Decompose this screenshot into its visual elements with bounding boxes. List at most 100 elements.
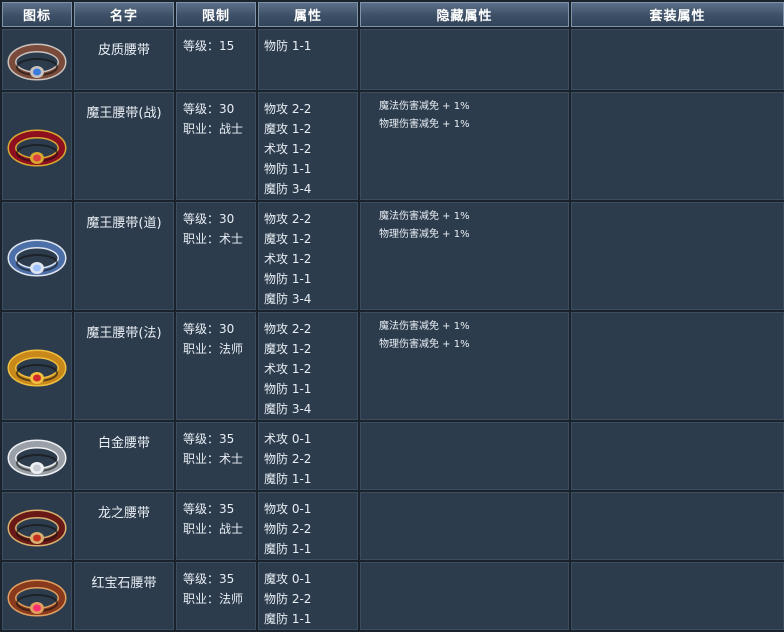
attribute-line: 物防 2-2	[264, 452, 312, 466]
item-name: 魔王腰带(道)	[74, 202, 174, 310]
attribute-line: 物防 1-1	[264, 39, 312, 53]
requirement-line: 职业：法师	[183, 342, 244, 356]
header-hidden-attributes[interactable]: 隐藏属性	[360, 2, 569, 27]
item-hidden-attributes	[360, 422, 569, 490]
item-icon-cell	[2, 312, 72, 420]
attribute-line: 物攻 2-2	[264, 212, 312, 226]
table-row: 魔王腰带(战) 等级：30 职业：战士 物攻 2-2 魔攻 1-2 术攻 1-2 物防 1-…	[2, 92, 784, 200]
attribute-line: 魔攻 1-2	[264, 122, 312, 136]
item-name: 龙之腰带	[74, 492, 174, 560]
item-attributes: 物攻 2-2 魔攻 1-2 术攻 1-2 物防 1-1 魔防 3-4	[258, 92, 358, 200]
item-requirements: 等级：30 职业：法师	[176, 312, 256, 420]
dragon-belt-icon	[7, 509, 67, 547]
attribute-line: 魔防 1-1	[264, 542, 312, 556]
header-requirement[interactable]: 限制	[176, 2, 256, 27]
attribute-line: 魔防 3-4	[264, 182, 312, 196]
demon-king-belt-mage-icon	[7, 349, 67, 387]
item-requirements: 等级：35 职业：战士	[176, 492, 256, 560]
attribute-line: 魔防 1-1	[264, 612, 312, 626]
hidden-attribute-line: 魔法伤害减免 + 1%	[379, 101, 470, 112]
requirement-line: 等级：15	[183, 39, 235, 53]
attribute-line: 物攻 2-2	[264, 102, 312, 116]
item-hidden-attributes: 魔法伤害减免 + 1% 物理伤害减免 + 1%	[360, 92, 569, 200]
attribute-line: 魔攻 0-1	[264, 572, 312, 586]
requirement-line: 职业：术士	[183, 232, 244, 246]
item-requirements: 等级：35 职业：术士	[176, 422, 256, 490]
item-hidden-attributes: 魔法伤害减免 + 1% 物理伤害减免 + 1%	[360, 312, 569, 420]
item-icon-cell	[2, 29, 72, 90]
attribute-line: 魔攻 1-2	[264, 232, 312, 246]
platinum-belt-icon	[7, 439, 67, 477]
item-icon-cell	[2, 492, 72, 560]
demon-king-belt-warrior-icon	[7, 129, 67, 167]
item-attributes: 物攻 2-2 魔攻 1-2 术攻 1-2 物防 1-1 魔防 3-4	[258, 202, 358, 310]
requirement-line: 等级：35	[183, 502, 235, 516]
item-hidden-attributes	[360, 562, 569, 630]
hidden-attribute-line: 物理伤害减免 + 1%	[379, 339, 470, 350]
table-row: 龙之腰带 等级：35 职业：战士 物攻 0-1 物防 2-2 魔防 1-1	[2, 492, 784, 560]
requirement-line: 等级：30	[183, 102, 235, 116]
attribute-line: 魔防 3-4	[264, 402, 312, 416]
requirement-line: 等级：30	[183, 212, 235, 226]
table-row: 红宝石腰带 等级：35 职业：法师 魔攻 0-1 物防 2-2 魔防 1-1	[2, 562, 784, 630]
attribute-line: 物防 2-2	[264, 522, 312, 536]
item-set-attributes	[571, 92, 784, 200]
attribute-line: 物攻 0-1	[264, 502, 312, 516]
requirement-line: 等级：35	[183, 572, 235, 586]
requirement-line: 职业：战士	[183, 522, 244, 536]
requirement-line: 等级：30	[183, 322, 235, 336]
attribute-line: 术攻 0-1	[264, 432, 312, 446]
attribute-line: 物防 1-1	[264, 382, 312, 396]
demon-king-belt-taoist-icon	[7, 239, 67, 277]
header-set-attributes[interactable]: 套装属性	[571, 2, 784, 27]
item-name: 皮质腰带	[74, 29, 174, 90]
table-row: 白金腰带 等级：35 职业：术士 术攻 0-1 物防 2-2 魔防 1-1	[2, 422, 784, 490]
table-row: 皮质腰带 等级：15 物防 1-1	[2, 29, 784, 90]
hidden-attribute-line: 魔法伤害减免 + 1%	[379, 321, 470, 332]
table-row: 魔王腰带(道) 等级：30 职业：术士 物攻 2-2 魔攻 1-2 术攻 1-2 物防 1-…	[2, 202, 784, 310]
attribute-line: 物防 1-1	[264, 162, 312, 176]
header-attributes[interactable]: 属性	[258, 2, 358, 27]
item-set-attributes	[571, 312, 784, 420]
leather-belt-icon	[7, 43, 67, 80]
hidden-attribute-line: 物理伤害减免 + 1%	[379, 119, 470, 130]
item-set-attributes	[571, 422, 784, 490]
attribute-line: 物防 2-2	[264, 592, 312, 606]
item-hidden-attributes	[360, 492, 569, 560]
item-requirements: 等级：35 职业：法师	[176, 562, 256, 630]
item-requirements: 等级：30 职业：术士	[176, 202, 256, 310]
item-requirements: 等级：15	[176, 29, 256, 90]
header-name[interactable]: 名字	[74, 2, 174, 27]
item-icon-cell	[2, 202, 72, 310]
item-icon-cell	[2, 562, 72, 630]
item-attributes: 物防 1-1	[258, 29, 358, 90]
item-hidden-attributes	[360, 29, 569, 90]
item-set-attributes	[571, 202, 784, 310]
item-attributes: 魔攻 0-1 物防 2-2 魔防 1-1	[258, 562, 358, 630]
hidden-attribute-line: 魔法伤害减免 + 1%	[379, 211, 470, 222]
item-set-attributes	[571, 492, 784, 560]
requirement-line: 职业：战士	[183, 122, 244, 136]
attribute-line: 魔攻 1-2	[264, 342, 312, 356]
item-hidden-attributes: 魔法伤害减免 + 1% 物理伤害减免 + 1%	[360, 202, 569, 310]
hidden-attribute-line: 物理伤害减免 + 1%	[379, 229, 470, 240]
header-row: 图标 名字 限制 属性 隐藏属性 套装属性	[2, 2, 784, 27]
header-icon[interactable]: 图标	[2, 2, 72, 27]
requirement-line: 职业：术士	[183, 452, 244, 466]
item-attributes: 术攻 0-1 物防 2-2 魔防 1-1	[258, 422, 358, 490]
item-attributes: 物攻 0-1 物防 2-2 魔防 1-1	[258, 492, 358, 560]
item-name: 魔王腰带(法)	[74, 312, 174, 420]
belt-table: 图标 名字 限制 属性 隐藏属性 套装属性 皮质腰带 等级：15 物防 1-1 魔王腰…	[0, 0, 784, 632]
item-attributes: 物攻 2-2 魔攻 1-2 术攻 1-2 物防 1-1 魔防 3-4	[258, 312, 358, 420]
item-icon-cell	[2, 422, 72, 490]
requirement-line: 职业：法师	[183, 592, 244, 606]
ruby-belt-icon	[7, 579, 67, 617]
item-set-attributes	[571, 562, 784, 630]
table-row: 魔王腰带(法) 等级：30 职业：法师 物攻 2-2 魔攻 1-2 术攻 1-2 物防 1-…	[2, 312, 784, 420]
attribute-line: 物防 1-1	[264, 272, 312, 286]
attribute-line: 术攻 1-2	[264, 252, 312, 266]
item-name: 白金腰带	[74, 422, 174, 490]
item-set-attributes	[571, 29, 784, 90]
attribute-line: 术攻 1-2	[264, 142, 312, 156]
item-name: 红宝石腰带	[74, 562, 174, 630]
